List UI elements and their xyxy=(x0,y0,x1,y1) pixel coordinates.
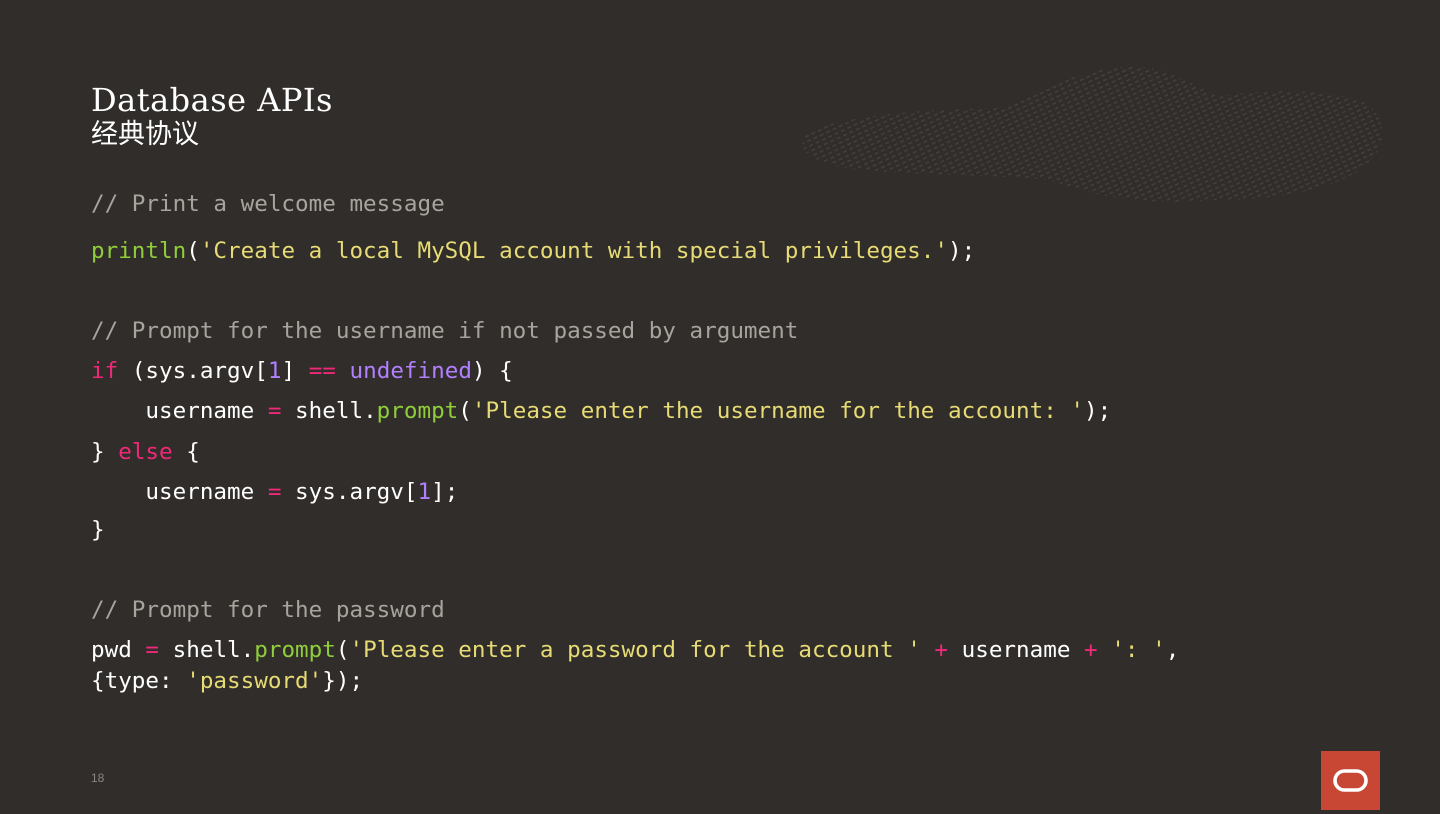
slide-subtitle: 经典协议 xyxy=(91,119,199,150)
code-token: {type: xyxy=(91,668,187,694)
code-token: ); xyxy=(1084,398,1112,424)
code-token: prompt xyxy=(376,398,459,424)
code-token: ( xyxy=(335,637,350,663)
code-token: 'Please enter the username for the accou… xyxy=(471,398,1085,424)
code-token: ': ' xyxy=(1111,637,1166,663)
code-line: {type: 'password'}); xyxy=(91,666,363,696)
code-token: } xyxy=(91,439,119,465)
code-line: } xyxy=(91,517,105,543)
code-token: ] xyxy=(281,358,309,384)
code-token: shell. xyxy=(281,398,377,424)
code-token: ); xyxy=(947,238,976,264)
code-token: ( xyxy=(186,238,200,264)
decorative-texture xyxy=(801,66,1383,202)
code-token: username xyxy=(91,479,268,505)
code-token: prompt xyxy=(254,637,336,663)
code-token: = xyxy=(267,398,282,424)
code-token: ) { xyxy=(471,358,513,384)
code-line: pwd = shell.prompt('Please enter a passw… xyxy=(91,635,1179,665)
code-token: ]; xyxy=(431,479,459,505)
code-token: pwd xyxy=(91,637,146,663)
code-token: + xyxy=(1084,637,1098,663)
code-line: username = sys.argv[1]; xyxy=(91,477,458,507)
code-token: username xyxy=(91,398,268,424)
code-line: println('Create a local MySQL account wi… xyxy=(91,236,975,266)
code-comment: // Print a welcome message xyxy=(91,191,445,217)
code-token: undefined xyxy=(349,358,472,384)
code-comment: // Prompt for the password xyxy=(91,597,445,623)
code-token: shell. xyxy=(159,637,255,663)
code-token: 'Please enter a password for the account… xyxy=(349,637,921,663)
page-number: 18 xyxy=(91,771,105,785)
code-token: if xyxy=(91,358,119,384)
code-token: == xyxy=(308,358,336,384)
code-token: }); xyxy=(322,668,364,694)
oracle-logo-icon xyxy=(1321,751,1380,810)
code-line: } else { xyxy=(91,437,200,467)
code-token: , xyxy=(1165,637,1180,663)
code-token: username xyxy=(948,637,1085,663)
code-token: 'password' xyxy=(186,668,323,694)
code-token: println xyxy=(91,238,187,264)
code-token: = xyxy=(145,637,160,663)
code-token: 1 xyxy=(267,358,282,384)
code-token: sys.argv[ xyxy=(281,479,418,505)
code-token: (sys.argv[ xyxy=(118,358,268,384)
code-token: { xyxy=(172,439,200,465)
code-token: + xyxy=(934,637,949,663)
code-token: = xyxy=(267,479,282,505)
code-comment: // Prompt for the username if not passed… xyxy=(91,318,799,344)
code-token: ( xyxy=(458,398,472,424)
code-line: if (sys.argv[1] == undefined) { xyxy=(91,356,513,386)
slide-title: Database APIs xyxy=(91,81,333,119)
code-token: else xyxy=(118,439,173,465)
code-token: 'Create a local MySQL account with speci… xyxy=(199,238,948,264)
code-line: username = shell.prompt('Please enter th… xyxy=(91,396,1111,426)
code-token: 1 xyxy=(417,479,432,505)
